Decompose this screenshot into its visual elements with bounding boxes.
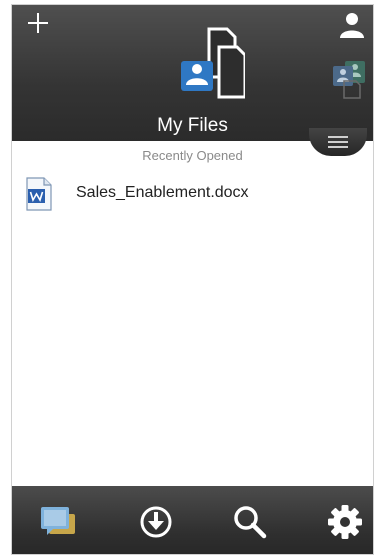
word-doc-icon [26,177,52,211]
section-label: Recently Opened [142,148,243,163]
app-window: My Files Recently Opened Sales_Enablemen… [11,4,374,555]
list-item[interactable]: Sales_Enablement.docx [12,173,373,219]
user-icon[interactable] [339,11,365,39]
feedback-icon[interactable] [39,503,77,541]
my-files-icon [181,27,245,99]
file-name: Sales_Enablement.docx [76,184,249,201]
settings-icon[interactable] [326,503,364,541]
search-icon[interactable] [231,503,269,541]
bottom-toolbar [12,486,373,554]
header: My Files [12,5,373,141]
download-icon[interactable] [137,503,175,541]
plus-icon[interactable] [26,11,50,35]
shared-files-icon[interactable] [332,57,366,99]
